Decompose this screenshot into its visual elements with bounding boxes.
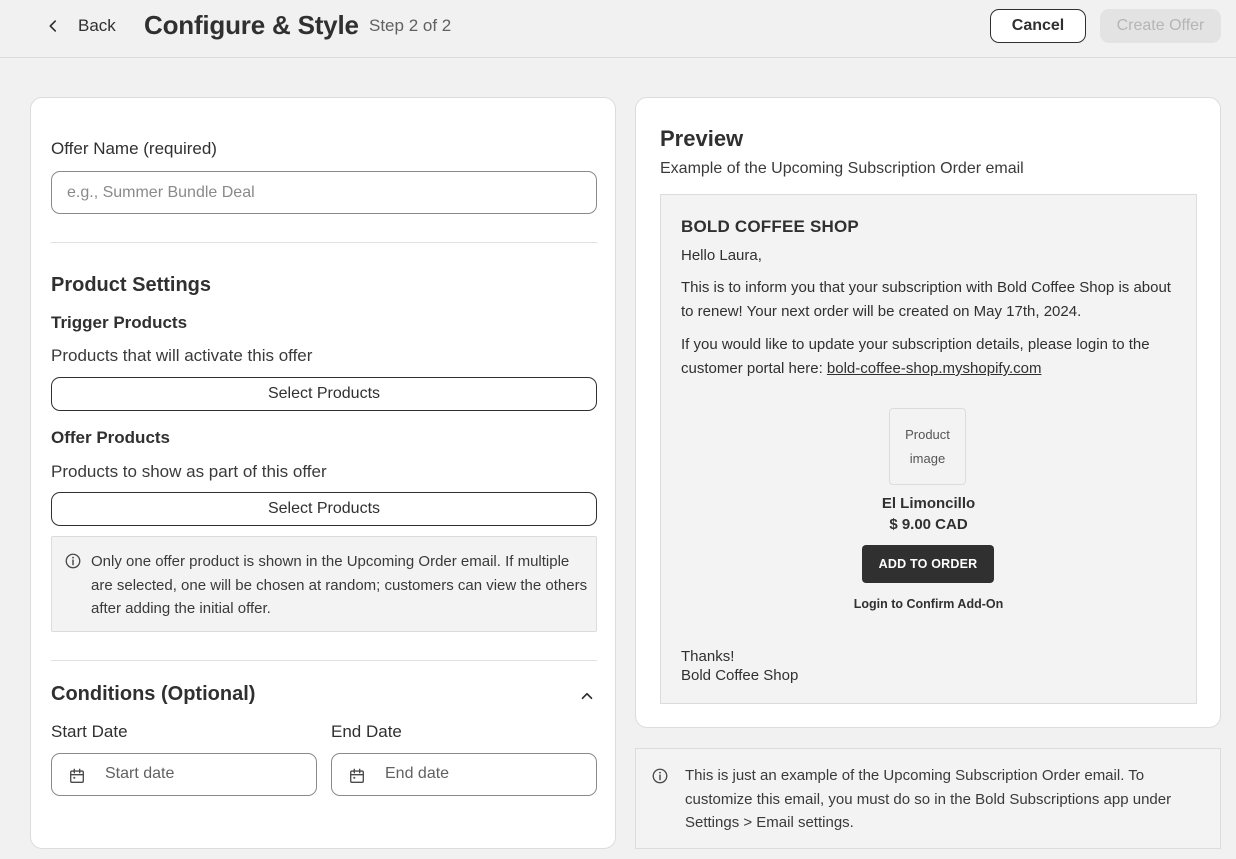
email-greeting: Hello Laura, (681, 247, 762, 264)
product-image-placeholder: Product image (889, 408, 966, 485)
chevron-left-icon (49, 20, 57, 32)
start-date-placeholder: Start date (105, 765, 175, 782)
end-date-field[interactable]: End date (331, 753, 597, 796)
select-offer-products-button[interactable]: Select Products (51, 492, 597, 526)
top-bar: Back Configure & Style Step 2 of 2 Cance… (0, 0, 1236, 58)
trigger-products-help: Products that will activate this offer (51, 346, 313, 365)
create-offer-button[interactable]: Create Offer (1100, 9, 1221, 43)
preview-subtitle: Example of the Upcoming Subscription Ord… (660, 160, 1024, 177)
step-indicator: Step 2 of 2 (369, 16, 452, 35)
calendar-icon (70, 768, 84, 783)
preview-info-note: This is just an example of the Upcoming … (635, 748, 1221, 849)
email-thanks: Thanks! (681, 648, 735, 665)
end-date-label: End Date (331, 722, 402, 741)
preview-info-note-text: This is just an example of the Upcoming … (685, 767, 1172, 831)
product-settings-title: Product Settings (51, 274, 212, 296)
offer-name-label: Offer Name (required) (51, 139, 217, 158)
email-signature: Bold Coffee Shop (681, 667, 799, 684)
preview-card: Preview Example of the Upcoming Subscrip… (635, 97, 1221, 728)
info-note-text: Only one offer product is shown in the U… (91, 553, 588, 617)
calendar-icon (350, 768, 364, 783)
select-trigger-products-button[interactable]: Select Products (51, 377, 597, 411)
start-date-field[interactable]: Start date (51, 753, 317, 796)
offer-products-info-note: Only one offer product is shown in the U… (51, 536, 597, 632)
back-button[interactable]: Back (44, 13, 116, 39)
chevron-up-icon[interactable] (578, 687, 596, 705)
conditions-title: Conditions (Optional) (51, 683, 256, 705)
email-preview: BOLD COFFEE SHOP Hello Laura, This is to… (660, 194, 1197, 704)
offer-form-card: Offer Name (required) e.g., Summer Bundl… (30, 97, 616, 849)
customer-portal-link[interactable]: bold-coffee-shop.myshopify.com (827, 360, 1042, 377)
divider (51, 242, 597, 243)
divider (51, 660, 597, 661)
end-date-placeholder: End date (385, 765, 450, 782)
offer-products-help: Products to show as part of this offer (51, 462, 327, 481)
preview-title: Preview (660, 126, 744, 151)
page-title: Configure & Style (144, 10, 359, 40)
start-date-label: Start Date (51, 722, 128, 741)
back-label: Back (78, 16, 116, 35)
info-icon (65, 553, 81, 569)
add-to-order-button[interactable]: ADD TO ORDER (862, 545, 994, 583)
email-shop-name: BOLD COFFEE SHOP (681, 217, 859, 236)
login-confirm-link[interactable]: Login to Confirm Add-On (661, 597, 1196, 611)
email-paragraph-2: If you would like to update your subscri… (681, 333, 1181, 381)
offer-name-placeholder: e.g., Summer Bundle Deal (67, 183, 255, 201)
offer-name-field[interactable]: e.g., Summer Bundle Deal (51, 171, 597, 214)
cancel-button[interactable]: Cancel (990, 9, 1086, 43)
email-paragraph-1: This is to inform you that your subscrip… (681, 279, 1171, 320)
product-name: El Limoncillo (881, 495, 976, 512)
offer-products-title: Offer Products (51, 428, 171, 447)
email-signoff: Thanks! Bold Coffee Shop (681, 647, 798, 685)
product-price: $ 9.00 CAD (889, 516, 968, 533)
trigger-products-title: Trigger Products (51, 313, 188, 332)
info-icon (652, 768, 668, 784)
